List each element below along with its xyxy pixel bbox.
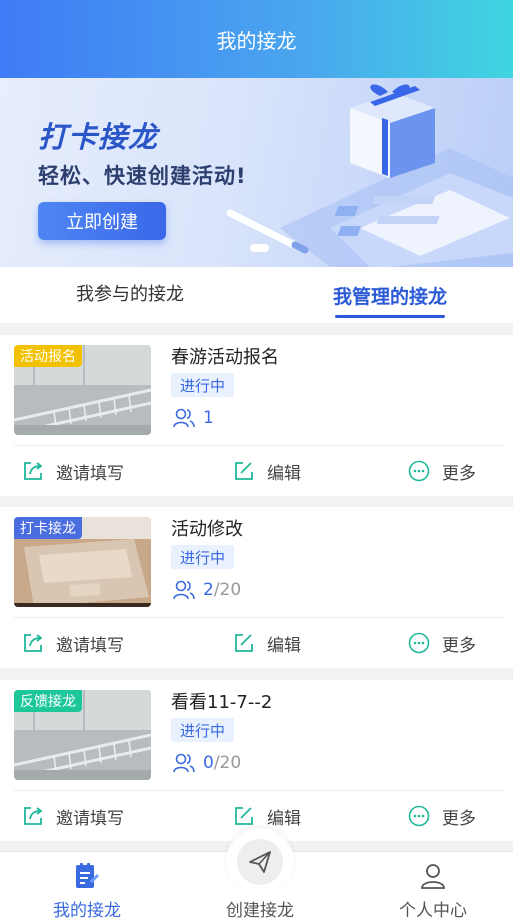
- relay-card[interactable]: 打卡接龙 活动修改 进行中 2/20 邀请填写 编辑 更多: [0, 507, 513, 668]
- invite-fill-button[interactable]: 邀请填写: [22, 802, 124, 830]
- participant-count: 1: [173, 405, 214, 431]
- more-button[interactable]: 更多: [408, 802, 476, 830]
- edit-button[interactable]: 编辑: [233, 629, 301, 657]
- card-title: 活动修改: [171, 519, 243, 540]
- tab-bar: 我参与的接龙 我管理的接龙: [0, 267, 513, 323]
- document-icon: [76, 863, 100, 888]
- gift-box-illustration: [226, 84, 513, 267]
- card-thumbnail: 反馈接龙: [14, 690, 151, 780]
- banner-subtitle: 轻松、快速创建活动!: [38, 164, 247, 188]
- nav-my-relays-label: 我的接龙: [53, 901, 121, 920]
- type-tag: 打卡接龙: [14, 517, 82, 539]
- edit-label: 编辑: [267, 635, 301, 656]
- status-badge: 进行中: [171, 373, 235, 397]
- nav-create-label: 创建接龙: [226, 901, 294, 920]
- share-icon: [24, 462, 43, 480]
- invite-fill-button[interactable]: 邀请填写: [22, 629, 124, 657]
- users-icon: [173, 580, 195, 600]
- invite-fill-button[interactable]: 邀请填写: [22, 457, 124, 485]
- more-icon: [408, 805, 430, 827]
- more-button[interactable]: 更多: [408, 457, 476, 485]
- card-thumbnail: 打卡接龙: [14, 517, 151, 607]
- invite-label: 邀请填写: [56, 635, 124, 656]
- divider: [14, 617, 505, 618]
- edit-label: 编辑: [267, 463, 301, 484]
- card-thumbnail: 活动报名: [14, 345, 151, 435]
- more-icon: [408, 632, 430, 654]
- card-title: 春游活动报名: [171, 347, 279, 368]
- invite-label: 邀请填写: [56, 808, 124, 829]
- participant-count: 0/20: [173, 750, 241, 776]
- relay-card[interactable]: 反馈接龙 看看11-7--2 进行中 0/20 邀请填写 编辑 更多: [0, 680, 513, 841]
- card-title: 看看11-7--2: [171, 692, 273, 713]
- create-now-button[interactable]: 立即创建: [38, 202, 166, 240]
- create-relay-fab[interactable]: [226, 828, 294, 896]
- more-label: 更多: [442, 463, 476, 484]
- more-label: 更多: [442, 635, 476, 656]
- edit-button[interactable]: 编辑: [233, 457, 301, 485]
- type-tag: 活动报名: [14, 345, 82, 367]
- nav-my-relays[interactable]: 我的接龙: [22, 852, 152, 920]
- app-header: 我的接龙: [0, 0, 513, 78]
- nav-profile[interactable]: 个人中心: [368, 852, 498, 920]
- participant-count: 2/20: [173, 577, 241, 603]
- relay-card[interactable]: 活动报名 春游活动报名 进行中 1 邀请填写 编辑 更多: [0, 335, 513, 496]
- edit-icon: [235, 807, 253, 825]
- user-icon: [421, 864, 445, 889]
- edit-icon: [235, 634, 253, 652]
- more-label: 更多: [442, 808, 476, 829]
- more-button[interactable]: 更多: [408, 629, 476, 657]
- send-icon: [249, 851, 271, 873]
- type-tag: 反馈接龙: [14, 690, 82, 712]
- participant-number: 1: [203, 408, 214, 428]
- invite-label: 邀请填写: [56, 463, 124, 484]
- share-icon: [24, 634, 43, 652]
- status-badge: 进行中: [171, 718, 235, 742]
- participant-limit: /20: [213, 580, 242, 600]
- participant-number: 2: [203, 580, 214, 600]
- promo-banner[interactable]: 打卡接龙 轻松、快速创建活动! 立即创建: [0, 78, 513, 267]
- active-tab-indicator: [335, 315, 445, 318]
- banner-title: 打卡接龙: [38, 120, 159, 154]
- participant-limit: /20: [213, 753, 242, 773]
- more-icon: [408, 460, 430, 482]
- share-icon: [24, 807, 43, 825]
- edit-button[interactable]: 编辑: [233, 802, 301, 830]
- tab-participated[interactable]: 我参与的接龙: [40, 265, 220, 321]
- participant-number: 0: [203, 753, 214, 773]
- edit-icon: [235, 462, 253, 480]
- users-icon: [173, 753, 195, 773]
- carousel-indicator[interactable]: [250, 244, 269, 252]
- nav-profile-label: 个人中心: [399, 901, 467, 920]
- divider: [14, 445, 505, 446]
- page-title: 我的接龙: [216, 28, 297, 53]
- users-icon: [173, 408, 195, 428]
- status-badge: 进行中: [171, 545, 235, 569]
- divider: [14, 790, 505, 791]
- edit-label: 编辑: [267, 808, 301, 829]
